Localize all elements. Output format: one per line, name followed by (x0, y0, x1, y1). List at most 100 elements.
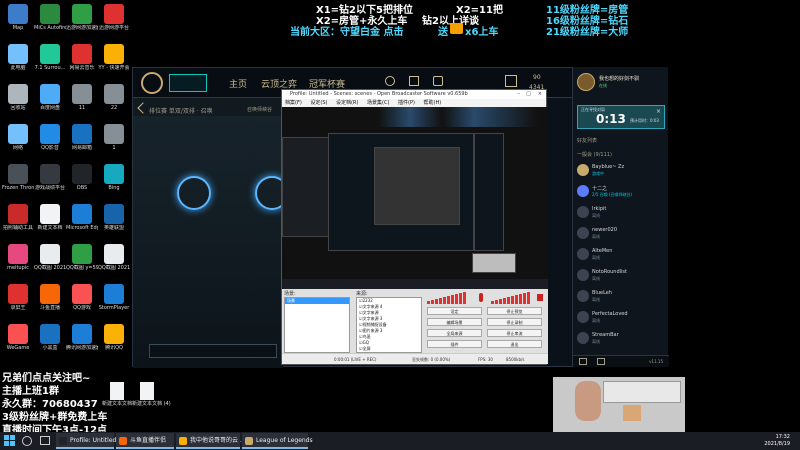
mic-icon[interactable] (479, 293, 483, 302)
minimize-button[interactable]: – (518, 90, 521, 99)
desktop-icon[interactable]: 网易邮箱 (66, 124, 98, 151)
close-button[interactable]: × (538, 90, 542, 99)
menu-scene-collection[interactable]: 场景集(C) (367, 100, 389, 106)
desktop-icon-label: QQ截图 20210731... (34, 265, 66, 271)
desktop-icon[interactable]: Bing (98, 164, 130, 191)
exit-button[interactable]: 退出 (487, 340, 542, 348)
friend-item[interactable]: Bayblue~ Zz 游戏中 (577, 163, 665, 179)
desktop-icon[interactable]: 新建文本档 (34, 204, 66, 231)
desktop-icon[interactable]: StormPlayer (98, 284, 130, 311)
friend-item[interactable]: 十二之 2/5 召唤 (召唤师峡谷) (577, 184, 665, 200)
menu-help[interactable]: 帮助(H) (424, 100, 442, 106)
source-item[interactable]: 全屏 (357, 346, 421, 352)
desktop-icon[interactable]: QQ影音 (34, 124, 66, 151)
taskbar-clock[interactable]: 17:32 2021/8/19 (764, 434, 790, 448)
desktop-icon[interactable]: 腾讯QQ (98, 324, 130, 351)
desktop-icon[interactable]: 7.1 Surrou... (34, 44, 66, 71)
lobby-chat-box[interactable] (149, 344, 277, 358)
desktop-icon[interactable]: 迅游网游平台 (98, 4, 130, 31)
scene-item[interactable]: 场景 (285, 298, 349, 304)
sources-list[interactable]: 2232文字来源 4文字来源文字来源 3视频捕捉设备图片来源 3鸟笼GQ全屏 (356, 297, 422, 353)
desktop-icon[interactable]: 11 (66, 84, 98, 111)
desktop-icon[interactable]: 网易云音乐 (66, 44, 98, 71)
friend-item[interactable]: NotoRoundlist 离线 (577, 268, 665, 284)
desktop-icon[interactable]: Frozen Throne (2, 164, 34, 191)
menu-profiles[interactable]: 设定档(R) (336, 100, 358, 106)
desktop-icon[interactable]: meitupic (2, 244, 34, 271)
obs-window[interactable]: Profile: Untitled - Scenes: scenes - Ope… (281, 89, 548, 365)
desktop-icon[interactable]: 小黑盒 (34, 324, 66, 351)
taskbar-app[interactable]: Profile: Untitled - S... (56, 433, 132, 449)
maximize-button[interactable]: □ (526, 90, 531, 99)
desktop-icon[interactable]: 腾讯网游加速器 (66, 324, 98, 351)
taskbar-app[interactable]: League of Legends (242, 433, 313, 449)
friend-item[interactable]: newer020 离线 (577, 226, 665, 242)
desktop-icon[interactable]: WeGame (2, 324, 34, 351)
friend-item[interactable]: AlteMen 离线 (577, 247, 665, 263)
menu-settings[interactable]: 设定(S) (310, 100, 327, 106)
queue-timer-box[interactable]: 正在寻找对局 0:13 预计用时：0:03 × (577, 105, 665, 129)
friend-item[interactable]: Irkipit 离线 (577, 205, 665, 221)
menu-file[interactable]: 档案(F) (285, 100, 302, 106)
app-icon (40, 84, 60, 104)
desktop-icon[interactable]: 迅游网游加速器 (66, 4, 98, 31)
desktop-icon[interactable]: 此电脑 (2, 44, 34, 71)
play-button[interactable] (169, 74, 207, 92)
social-tab-friends[interactable]: 好友列表 (577, 137, 597, 144)
edit-scene-button[interactable]: 编辑场景 (427, 318, 482, 326)
audio-mixer[interactable] (427, 292, 545, 304)
desktop-icon[interactable]: QQ截图 2021073... (98, 244, 130, 271)
start-button[interactable] (4, 435, 16, 447)
desktop-icon[interactable]: OBS (66, 164, 98, 191)
settings-button[interactable]: 设定 (427, 307, 482, 315)
nav-home[interactable]: 主页 (229, 77, 247, 90)
loot-icon[interactable] (433, 76, 443, 86)
friend-item[interactable]: StreamBar 离线 (577, 331, 665, 347)
stop-record-button[interactable]: 停止录制 (487, 318, 542, 326)
speaker-icon[interactable] (537, 294, 543, 301)
chat-icon[interactable] (579, 358, 587, 365)
stop-preview-button[interactable]: 停止预览 (487, 307, 542, 315)
desktop-icon[interactable]: Map (2, 4, 34, 31)
desktop-icon[interactable]: QQ截图 y=5916... (66, 244, 98, 271)
friend-group-label[interactable]: 一般会 (9/111) (577, 151, 612, 158)
taskbar-app[interactable]: 我中他说哥哥的云 ... (176, 433, 246, 449)
friend-item[interactable]: BlueLeh 离线 (577, 289, 665, 305)
stop-stream-button[interactable]: 停止串流 (487, 329, 542, 337)
collection-icon[interactable] (409, 76, 419, 86)
desktop-icon[interactable]: 英雄联盟 (98, 204, 130, 231)
desktop-icon[interactable]: 录屏王 (2, 284, 34, 311)
desktop-icon[interactable]: 回收站 (2, 84, 34, 111)
search-icon[interactable] (22, 436, 32, 446)
desktop-icon[interactable]: 游戏战绩平台 (34, 164, 66, 191)
profile-icon[interactable] (385, 76, 395, 86)
mission-icon[interactable] (597, 358, 605, 365)
volume-bar (519, 294, 522, 304)
desktop-icon[interactable]: 22 (98, 84, 130, 111)
scenes-list[interactable]: 场景 (284, 297, 350, 353)
desktop-icon[interactable]: 1 (98, 124, 130, 151)
desktop-icon[interactable]: 斗鱼直播 (34, 284, 66, 311)
desktop-icon[interactable]: QQ截图 20210731... (34, 244, 66, 271)
store-icon[interactable] (505, 75, 517, 87)
back-icon[interactable] (137, 102, 149, 114)
lol-logo-icon[interactable] (141, 72, 163, 94)
close-icon[interactable]: × (656, 108, 661, 115)
desktop-icon-label: 此电脑 (10, 65, 26, 71)
desktop-icon[interactable]: 拍照辅助工具 (2, 204, 34, 231)
desktop-icon[interactable]: QQ游戏 (66, 284, 98, 311)
plugins-button[interactable]: 插件 (427, 340, 482, 348)
desktop-icon[interactable]: MiCs Autofire (34, 4, 66, 31)
taskbar-app[interactable]: 斗鱼直播伴侣 (116, 433, 174, 449)
desktop-icon[interactable]: YY - 快速开会 (98, 44, 130, 71)
global-sources-button[interactable]: 全局来源 (427, 329, 482, 337)
friend-item[interactable]: PerfectaLoved 离线 (577, 310, 665, 326)
dropped-frames: 丢失帧数: 0 (0.00%) (412, 357, 451, 362)
friend-avatar (577, 185, 589, 197)
taskview-icon[interactable] (40, 436, 50, 445)
summoner-avatar[interactable] (577, 73, 595, 91)
desktop-icon[interactable]: 网络 (2, 124, 34, 151)
desktop-icon[interactable]: Microsoft Edge (66, 204, 98, 231)
desktop-icon[interactable]: 百度网盘 (34, 84, 66, 111)
menu-plugins[interactable]: 插件(P) (398, 100, 415, 106)
